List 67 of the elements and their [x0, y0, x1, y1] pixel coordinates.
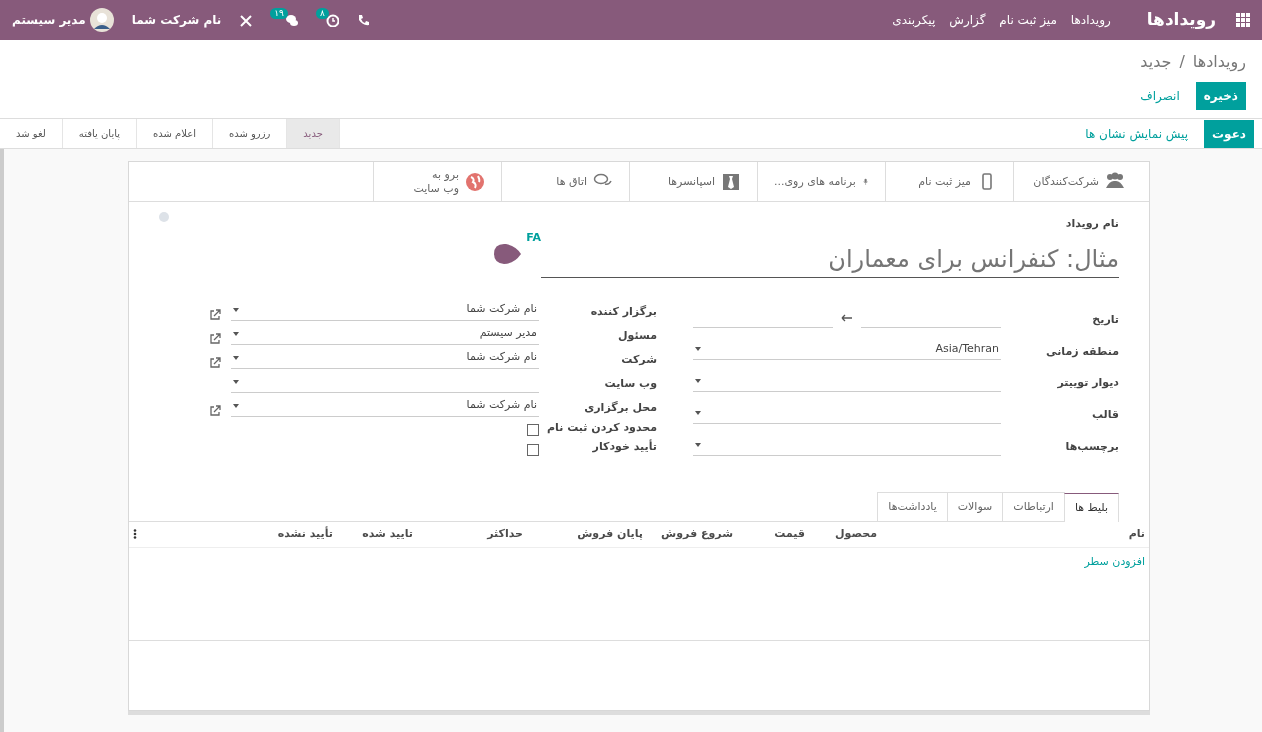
grid-icon	[1236, 13, 1250, 27]
field-label: مسئول	[617, 328, 657, 344]
column-header: پایان فروش	[576, 526, 643, 542]
blob-icon	[492, 242, 523, 266]
dropdown-field[interactable]: مدیر سیستم	[231, 323, 539, 345]
checkbox[interactable]	[527, 443, 539, 456]
more-icon	[133, 529, 137, 539]
field-label: شرکت	[620, 352, 657, 368]
field-label: دیوار توییتر	[1056, 375, 1119, 392]
globe-icon	[465, 171, 485, 192]
phone-icon	[356, 13, 370, 27]
field-label: برچسب‌ها	[1064, 439, 1119, 455]
column-header: حداکثر	[485, 526, 523, 542]
checkbox[interactable]	[527, 424, 539, 436]
save-button[interactable]: ذخیره	[1195, 82, 1246, 110]
company-switcher[interactable]: نام شرکت شما	[131, 11, 222, 29]
phone-button[interactable]	[356, 13, 370, 27]
user-name[interactable]: مدیر سیستم	[12, 11, 86, 29]
field-label: منطقه زمانی	[1045, 343, 1119, 360]
column-header: قیمت	[773, 526, 805, 542]
stage-button[interactable]: جدید	[287, 119, 340, 148]
menu-item[interactable]: رویدادها	[1070, 11, 1111, 29]
count-badge: ۸	[315, 7, 329, 20]
field-label: وب سایت	[603, 376, 657, 392]
menu-item[interactable]: پیکربندی	[892, 11, 936, 29]
dropdown-field[interactable]: نام شرکت شما	[231, 299, 539, 321]
language-button[interactable]: FA	[526, 230, 541, 247]
count-badge: ۱۹	[270, 7, 288, 20]
field-label: برگزار کننده	[589, 304, 657, 320]
activity-button[interactable]	[325, 13, 339, 27]
tab[interactable]: یادداشت‌ها	[877, 491, 948, 521]
avatar-icon	[89, 8, 114, 32]
dropdown-field[interactable]: نام شرکت شما	[231, 347, 539, 369]
dropdown-field[interactable]: Asia/Tehran	[693, 339, 1001, 361]
field-label: تاریخ	[1091, 311, 1119, 328]
field-label: محل برگزاری	[583, 400, 657, 416]
external-link-icon	[209, 404, 221, 417]
column-header: نام	[1127, 526, 1145, 542]
app-title: رویدادها	[1146, 8, 1216, 32]
status-dot-icon	[159, 212, 169, 222]
external-link-icon	[209, 308, 221, 321]
apps-menu-button[interactable]	[1236, 13, 1250, 27]
column-header: شروع فروش	[660, 526, 733, 542]
breadcrumb-current: جدید	[1140, 51, 1172, 73]
preview-badges-button[interactable]: پیش نمایش نشان ها	[1077, 119, 1197, 148]
menu-item[interactable]: گزارش	[949, 11, 986, 29]
column-header: تایید شده	[361, 526, 413, 542]
field-label: تأیید خودکار	[591, 439, 657, 455]
column-header: تأیید نشده	[276, 526, 333, 542]
field-label: قالب	[1090, 407, 1119, 424]
arrow-icon	[841, 313, 853, 322]
discard-button[interactable]: انصراف	[1132, 82, 1188, 110]
tab[interactable]: بلیط ها	[1063, 492, 1119, 522]
menu-item[interactable]: میز ثبت نام	[999, 11, 1057, 29]
breadcrumb-link[interactable]: رویدادها	[1192, 50, 1246, 74]
clock-icon	[325, 13, 339, 27]
column-header: محصول	[833, 526, 877, 542]
tie-icon	[721, 171, 741, 192]
field-label: نام رویداد	[1065, 216, 1119, 232]
external-link-icon	[209, 356, 221, 369]
add-line-link[interactable]: افزودن سطر	[1084, 553, 1145, 570]
external-link-icon	[209, 332, 221, 345]
field-label: محدود کردن ثبت نام	[546, 419, 657, 436]
invite-button[interactable]: دعوت	[1204, 119, 1254, 148]
dropdown-field[interactable]: نام شرکت شما	[231, 395, 539, 417]
breadcrumb-separator: /	[1179, 51, 1185, 73]
chat-icon	[284, 13, 298, 27]
